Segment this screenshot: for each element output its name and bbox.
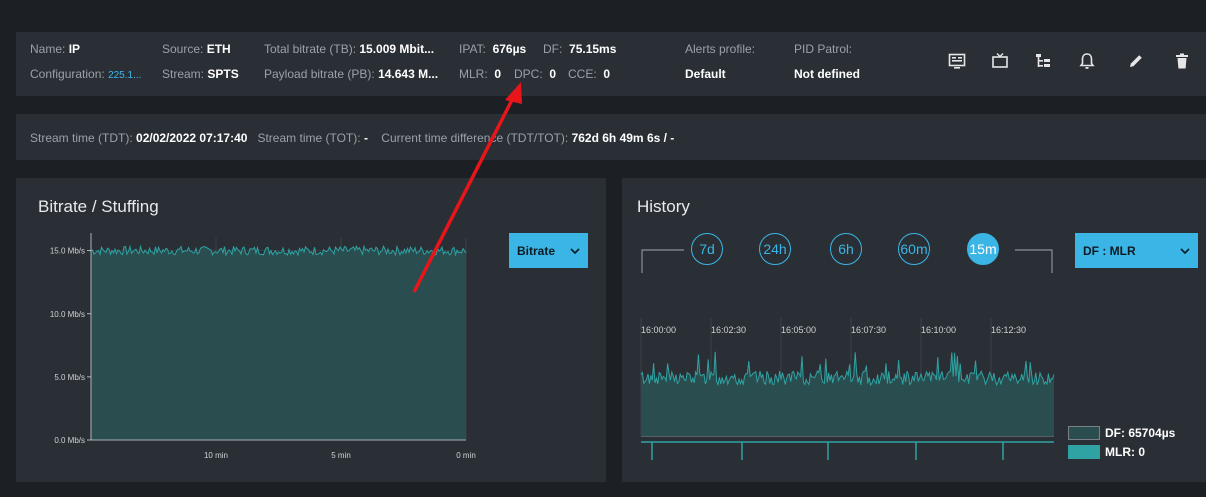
df-area	[641, 351, 1054, 436]
configuration-field: Configuration: 225.1...	[30, 67, 141, 81]
time-diff-value: 762d 6h 49m 6s / -	[571, 131, 675, 145]
tv-icon[interactable]	[991, 52, 1009, 70]
x-tick-label: 5 min	[331, 451, 351, 460]
configuration-link[interactable]: 225.1...	[108, 70, 141, 81]
pencil-icon[interactable]	[1127, 52, 1145, 70]
dpc-field: DPC: 0	[514, 67, 556, 81]
tot-value: -	[363, 131, 368, 145]
mlr-legend-swatch	[1068, 445, 1100, 459]
ipat-field: IPAT: 676µs	[459, 42, 526, 56]
ipat-value: 676µs	[492, 42, 527, 56]
ipat-label: IPAT:	[459, 42, 486, 56]
mlr-field: MLR: 0	[459, 67, 501, 81]
y-tick-label: 0.0 Mb/s	[54, 436, 85, 445]
df-value: 75.15ms	[569, 42, 617, 56]
payload-bitrate-value: 14.643 M...	[378, 67, 439, 81]
mlr-legend-label: MLR: 0	[1105, 445, 1145, 459]
df-label: DF:	[543, 42, 563, 56]
dpc-value: 0	[549, 67, 557, 81]
mlr-value: 0	[494, 67, 502, 81]
df-field: DF: 75.15ms	[543, 42, 616, 56]
source-label: Source:	[162, 42, 204, 56]
source-value: ETH	[206, 42, 231, 56]
name-value: IP	[68, 42, 81, 56]
x-tick-label: 0 min	[456, 451, 476, 460]
name-field: Name: IP	[30, 42, 80, 56]
bitrate-area	[91, 246, 466, 440]
alerts-profile-label: Alerts profile:	[685, 42, 756, 56]
tdt-label: Stream time (TDT):	[30, 131, 133, 145]
time-diff-label: Current time difference (TDT/TOT):	[381, 131, 569, 145]
payload-bitrate-field: Payload bitrate (PB): 14.643 M...	[264, 67, 438, 81]
configuration-label: Configuration:	[30, 67, 105, 81]
pid-patrol-label: PID Patrol:	[794, 42, 853, 56]
alerts-profile-value[interactable]: Default	[685, 67, 726, 81]
name-label: Name:	[30, 42, 66, 56]
mlr-label: MLR:	[459, 67, 488, 81]
dpc-label: DPC:	[514, 67, 543, 81]
y-tick-label: 15.0 Mb/s	[50, 247, 85, 256]
stream-field: Stream: SPTS	[162, 67, 239, 81]
cce-field: CCE: 0	[568, 67, 610, 81]
monitor-icon[interactable]	[948, 52, 966, 70]
total-bitrate-label: Total bitrate (TB):	[264, 42, 357, 56]
x-tick-label: 10 min	[204, 451, 228, 460]
cce-value: 0	[603, 67, 611, 81]
stream-value: SPTS	[207, 67, 239, 81]
y-tick-label: 5.0 Mb/s	[54, 373, 85, 382]
tree-icon[interactable]	[1034, 52, 1052, 70]
total-bitrate-value: 15.009 Mbit...	[359, 42, 435, 56]
df-legend-swatch	[1068, 426, 1100, 440]
cce-label: CCE:	[568, 67, 597, 81]
total-bitrate-field: Total bitrate (TB): 15.009 Mbit...	[264, 42, 434, 56]
stream-label: Stream:	[162, 67, 205, 81]
source-field: Source: ETH	[162, 42, 231, 56]
bell-icon[interactable]	[1078, 52, 1096, 70]
tot-label: Stream time (TOT):	[257, 131, 361, 145]
stream-time-row: Stream time (TDT): 02/02/2022 07:17:40 S…	[30, 131, 674, 145]
y-tick-label: 10.0 Mb/s	[50, 310, 85, 319]
df-legend-label: DF: 65704µs	[1105, 426, 1176, 440]
pid-patrol-value[interactable]: Not defined	[794, 67, 860, 81]
tdt-value: 02/02/2022 07:17:40	[136, 131, 248, 145]
payload-bitrate-label: Payload bitrate (PB):	[264, 67, 375, 81]
trash-icon[interactable]	[1173, 52, 1191, 70]
bitrate-chart: 15.0 Mb/s 10.0 Mb/s 5.0 Mb/s 0.0 Mb/s 10 min…	[50, 233, 476, 460]
